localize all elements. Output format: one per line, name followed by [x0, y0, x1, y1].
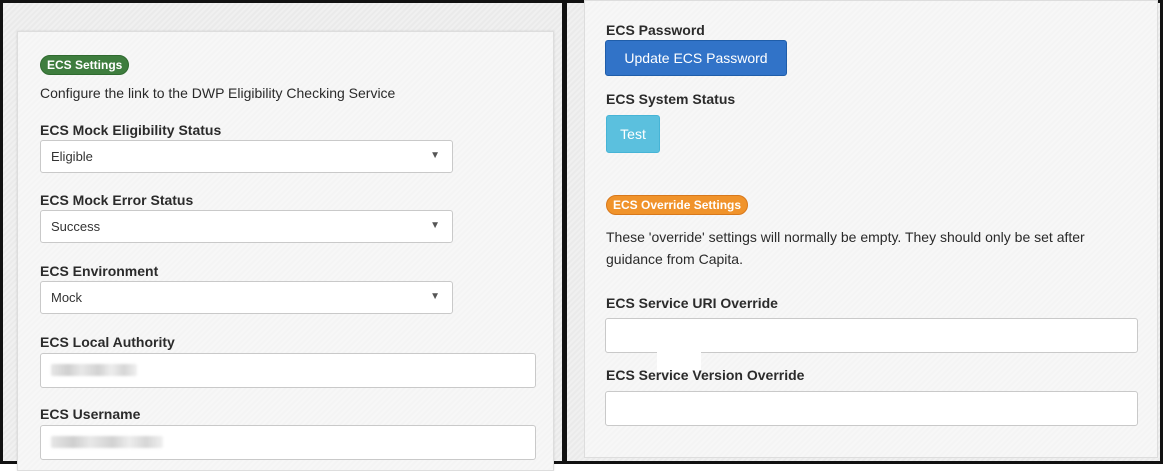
- version-override-input[interactable]: [605, 391, 1138, 426]
- caret-down-icon: ▼: [430, 220, 440, 231]
- override-description-line2: guidance from Capita.: [606, 251, 743, 267]
- local-authority-label: ECS Local Authority: [40, 334, 175, 350]
- ecs-settings-badge: ECS Settings: [40, 55, 130, 75]
- update-ecs-password-button[interactable]: Update ECS Password: [605, 40, 787, 76]
- redacted-value: [51, 364, 137, 376]
- mock-error-select[interactable]: Success ▼: [40, 210, 453, 243]
- mock-eligibility-select[interactable]: Eligible ▼: [40, 140, 453, 173]
- override-description-line1: These 'override' settings will normally …: [606, 229, 1085, 245]
- environment-value: Mock: [51, 290, 83, 305]
- mock-eligibility-value: Eligible: [51, 149, 93, 164]
- override-settings-badge: ECS Override Settings: [606, 195, 749, 215]
- mock-error-label: ECS Mock Error Status: [40, 192, 194, 208]
- redacted-value: [51, 436, 163, 448]
- mock-eligibility-label: ECS Mock Eligibility Status: [40, 122, 222, 138]
- caret-down-icon: ▼: [430, 291, 440, 302]
- local-authority-input[interactable]: [40, 353, 536, 388]
- uri-override-input[interactable]: [605, 318, 1138, 353]
- uri-override-label: ECS Service URI Override: [606, 295, 778, 311]
- test-button[interactable]: Test: [606, 115, 660, 153]
- system-status-label: ECS System Status: [606, 91, 736, 107]
- environment-select[interactable]: Mock ▼: [40, 281, 453, 314]
- ecs-settings-description: Configure the link to the DWP Eligibilit…: [40, 85, 396, 101]
- caret-down-icon: ▼: [430, 150, 440, 161]
- username-input[interactable]: [40, 425, 536, 460]
- version-override-label: ECS Service Version Override: [606, 367, 805, 383]
- username-label: ECS Username: [40, 406, 141, 422]
- mock-error-value: Success: [51, 219, 101, 234]
- password-label: ECS Password: [606, 22, 705, 38]
- environment-label: ECS Environment: [40, 263, 159, 279]
